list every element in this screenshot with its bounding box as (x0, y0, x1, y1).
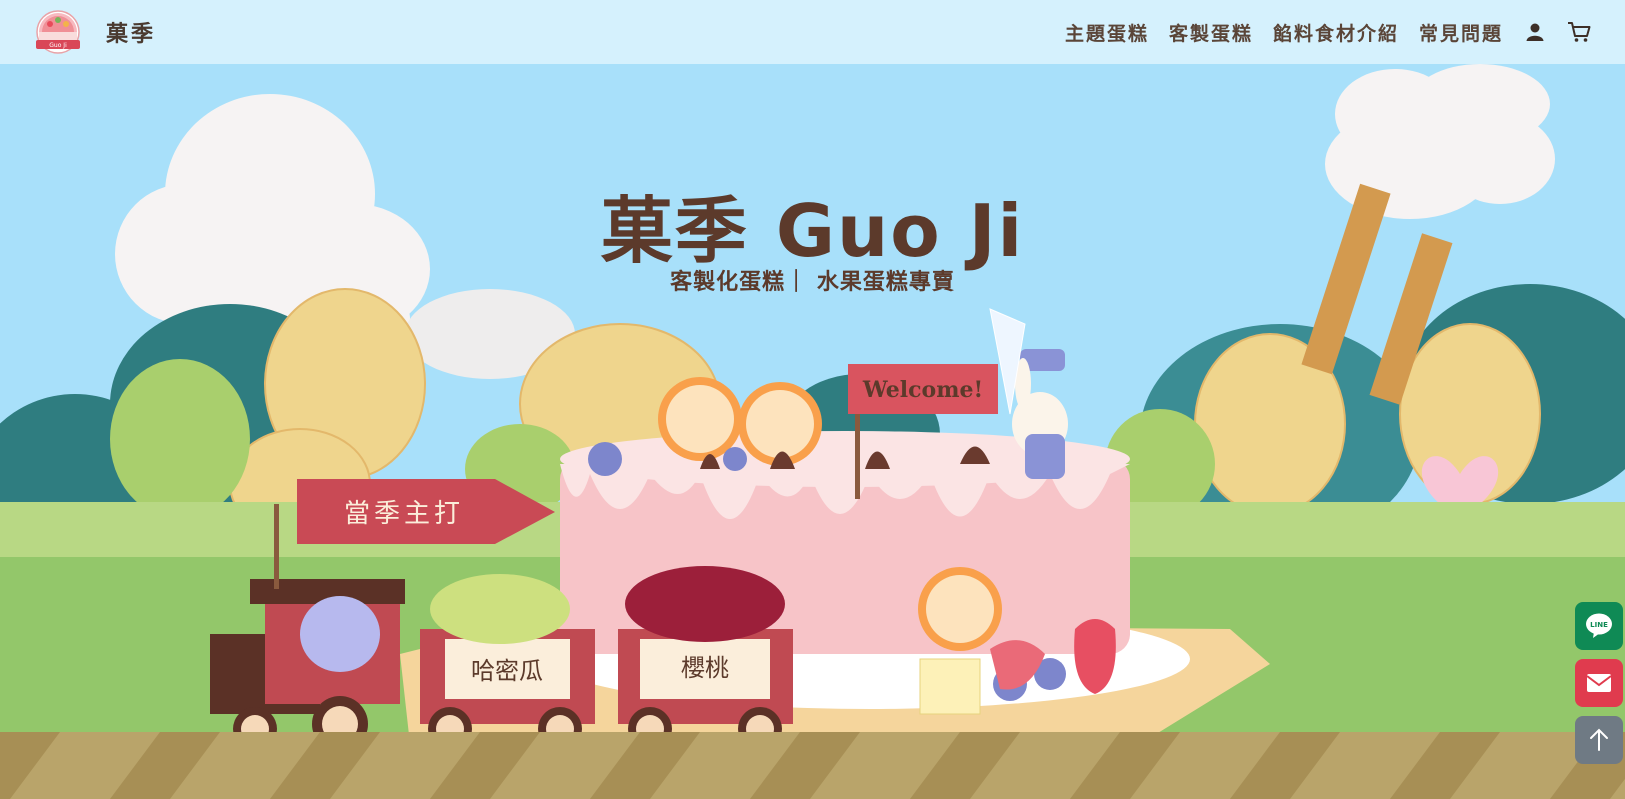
hero-subtitle: 客製化蛋糕｜ 水果蛋糕專賣 (670, 270, 955, 295)
navbar: Guo Ji 菓季 主題蛋糕 客製蛋糕 餡料食材介紹 常見問題 (0, 0, 1625, 64)
hero-title: 菓季 Guo Ji (600, 189, 1025, 273)
fruit-cake-logo-icon: Guo Ji (36, 10, 80, 54)
arrow-up-icon (1590, 728, 1608, 751)
mail-contact-button[interactable] (1575, 659, 1623, 707)
main-nav: 主題蛋糕 客製蛋糕 餡料食材介紹 常見問題 (1045, 0, 1591, 64)
nav-link-faq[interactable]: 常見問題 (1419, 19, 1503, 46)
cart-label-cherry: 櫻桃 (681, 654, 729, 682)
nav-link-custom-cakes[interactable]: 客製蛋糕 (1169, 19, 1253, 46)
line-icon-label: LINE (1590, 621, 1608, 629)
hero-banner: Welcome! 哈密瓜 櫻桃 當季主打 菓季 Guo Ji 客製化蛋糕｜ 水果… (0, 64, 1625, 799)
nav-link-theme-cakes[interactable]: 主題蛋糕 (1065, 19, 1149, 46)
brand-home-link[interactable]: Guo Ji 菓季 (30, 8, 156, 56)
brand-name: 菓季 (106, 22, 157, 47)
ground-stripes-illustration (0, 732, 1625, 799)
back-to-top-button[interactable] (1575, 716, 1623, 764)
line-icon: LINE (1586, 613, 1612, 638)
user-icon[interactable] (1523, 20, 1547, 44)
mail-icon (1586, 674, 1612, 692)
cart-icon[interactable] (1567, 20, 1591, 44)
logo-text: Guo Ji (49, 42, 67, 49)
welcome-sign-text: Welcome! (862, 377, 983, 403)
cart-label-melon: 哈密瓜 (471, 657, 543, 685)
seasonal-flag-text: 當季主打 (344, 499, 464, 529)
nav-link-fillings[interactable]: 餡料食材介紹 (1273, 19, 1399, 46)
line-contact-button[interactable]: LINE (1575, 602, 1623, 650)
